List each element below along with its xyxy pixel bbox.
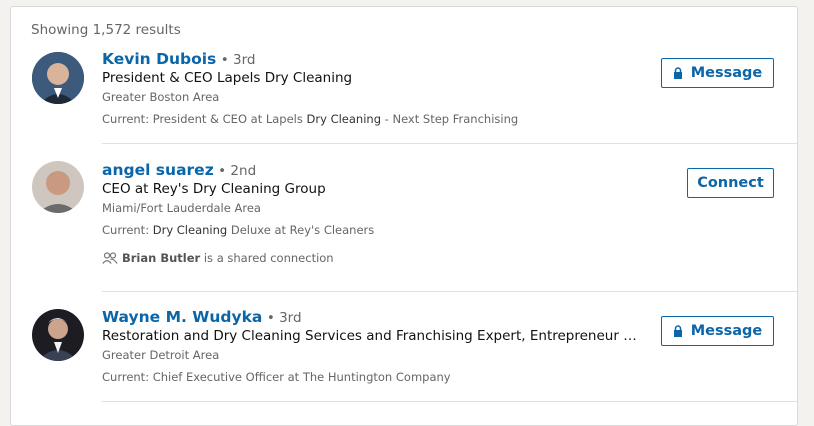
name-line: Kevin Dubois • 3rd bbox=[102, 50, 255, 68]
current-highlight: Dry Cleaning bbox=[306, 112, 381, 126]
avatar[interactable] bbox=[32, 52, 84, 104]
current-position: Current: Chief Executive Officer at The … bbox=[102, 370, 451, 384]
shared-connection-text: is a shared connection bbox=[200, 251, 334, 265]
message-button[interactable]: Message bbox=[661, 58, 774, 88]
profile-name[interactable]: Wayne M. Wudyka bbox=[102, 308, 262, 326]
current-prefix: Current: President & CEO at Lapels bbox=[102, 112, 307, 126]
avatar[interactable] bbox=[32, 309, 84, 361]
profile-name[interactable]: Kevin Dubois bbox=[102, 50, 216, 68]
current-position: Current: Dry Cleaning Deluxe at Rey's Cl… bbox=[102, 223, 374, 237]
message-label: Message bbox=[690, 323, 763, 339]
divider bbox=[102, 401, 797, 402]
search-results-card: Showing 1,572 results Kevin Dubois • 3rd… bbox=[10, 6, 798, 426]
name-line: angel suarez • 2nd bbox=[102, 161, 256, 179]
current-suffix: - Next Step Franchising bbox=[381, 112, 519, 126]
connect-button[interactable]: Connect bbox=[687, 168, 774, 198]
headline: CEO at Rey's Dry Cleaning Group bbox=[102, 181, 326, 197]
connect-label: Connect bbox=[697, 175, 764, 191]
lock-icon bbox=[673, 67, 683, 79]
shared-connection[interactable]: Brian Butler is a shared connection bbox=[102, 251, 334, 265]
profile-name[interactable]: angel suarez bbox=[102, 161, 214, 179]
connection-degree: • 3rd bbox=[266, 310, 302, 326]
people-icon bbox=[102, 252, 118, 264]
avatar[interactable] bbox=[32, 161, 84, 213]
shared-connection-name[interactable]: Brian Butler bbox=[122, 251, 200, 265]
headline: Restoration and Dry Cleaning Services an… bbox=[102, 328, 642, 344]
location: Greater Boston Area bbox=[102, 90, 220, 104]
current-prefix: Current: Chief Executive Officer at The … bbox=[102, 370, 451, 384]
current-prefix: Current: bbox=[102, 223, 153, 237]
divider bbox=[102, 143, 797, 144]
current-suffix: Deluxe at Rey's Cleaners bbox=[227, 223, 375, 237]
location: Miami/Fort Lauderdale Area bbox=[102, 201, 261, 215]
current-position: Current: President & CEO at Lapels Dry C… bbox=[102, 112, 518, 126]
connection-degree: • 3rd bbox=[220, 52, 256, 68]
location: Greater Detroit Area bbox=[102, 348, 220, 362]
lock-icon bbox=[673, 325, 683, 337]
headline: President & CEO Lapels Dry Cleaning bbox=[102, 70, 353, 86]
message-button[interactable]: Message bbox=[661, 316, 774, 346]
name-line: Wayne M. Wudyka • 3rd bbox=[102, 308, 302, 326]
message-label: Message bbox=[690, 65, 763, 81]
results-count: Showing 1,572 results bbox=[31, 22, 181, 38]
divider bbox=[102, 291, 797, 292]
current-highlight: Dry Cleaning bbox=[152, 223, 228, 237]
connection-degree: • 2nd bbox=[218, 163, 257, 179]
